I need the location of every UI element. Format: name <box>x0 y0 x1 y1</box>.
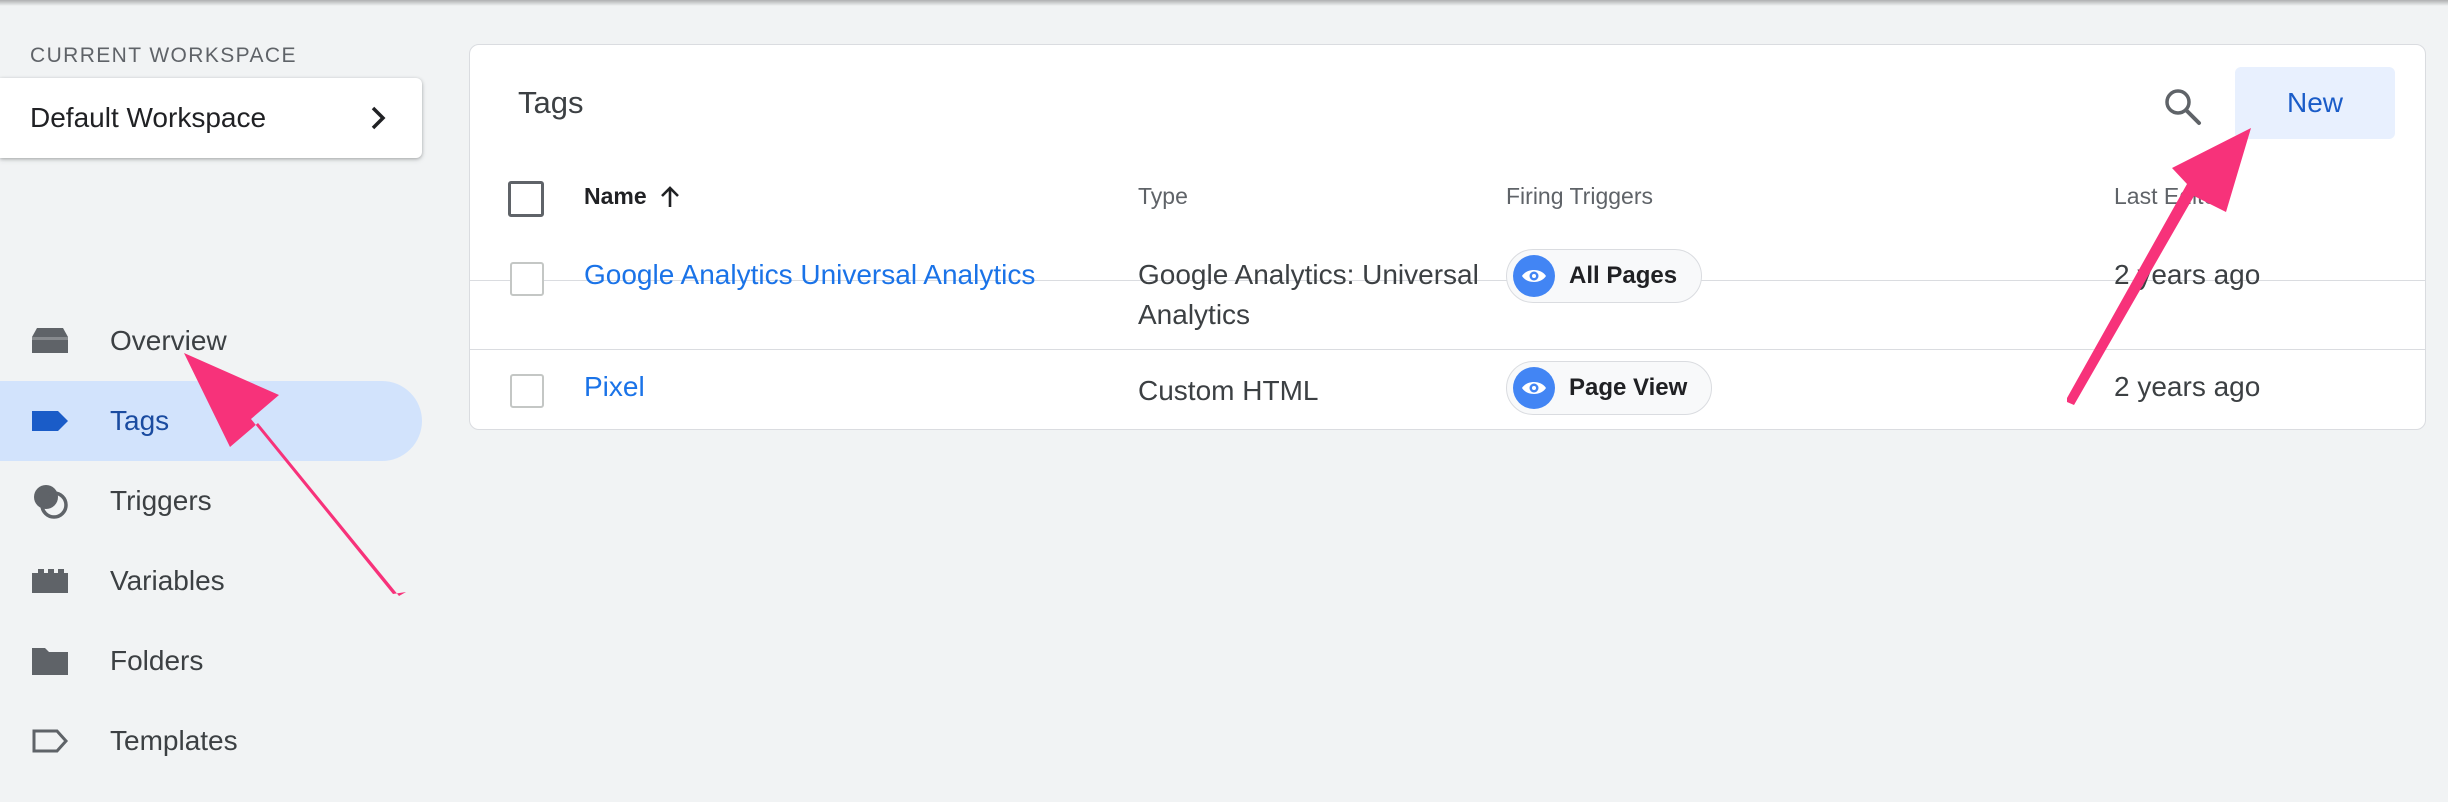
tag-type: Custom HTML <box>1138 375 1319 406</box>
trigger-icon <box>28 479 72 523</box>
sidebar-item-label: Tags <box>110 405 170 436</box>
sidebar-item-tags[interactable]: Tags <box>0 381 422 461</box>
sidebar-item-templates[interactable]: Templates <box>0 701 422 781</box>
overview-icon <box>28 319 72 363</box>
eye-icon <box>1513 255 1555 297</box>
variables-icon <box>28 559 72 603</box>
column-header-type[interactable]: Type <box>1138 183 1188 210</box>
sidebar-item-folders[interactable]: Folders <box>0 621 422 701</box>
last-edited: 2 years ago <box>2114 259 2261 290</box>
last-edited: 2 years ago <box>2114 371 2261 402</box>
workspace-label: CURRENT WORKSPACE <box>30 44 297 67</box>
sidebar-item-label: Folders <box>110 645 204 676</box>
trigger-chip-label: All Pages <box>1569 262 1678 289</box>
tag-name-link[interactable]: Google Analytics Universal Analytics <box>584 259 1035 291</box>
column-header-label: Name <box>584 183 647 209</box>
trigger-chip-label: Page View <box>1569 374 1688 401</box>
chevron-right-icon <box>364 103 394 133</box>
sidebar-item-variables[interactable]: Variables <box>0 541 422 621</box>
sidebar-nav: Overview Tags Triggers Variables Folders… <box>0 301 422 781</box>
sidebar-item-label: Templates <box>110 725 238 756</box>
eye-icon <box>1513 367 1555 409</box>
sidebar-item-label: Overview <box>110 325 227 356</box>
workspace-name: Default Workspace <box>30 102 267 133</box>
folder-icon <box>28 639 72 683</box>
new-tag-button[interactable]: New <box>2235 67 2395 139</box>
arrow-up-icon <box>659 185 681 209</box>
tag-type: Google Analytics: Universal Analytics <box>1138 259 1479 330</box>
trigger-chip[interactable]: Page View <box>1506 361 1713 415</box>
row-checkbox[interactable] <box>510 374 544 408</box>
workspace-selector[interactable]: Default Workspace <box>0 78 422 158</box>
sidebar-item-label: Variables <box>110 565 225 596</box>
trigger-chip[interactable]: All Pages <box>1506 249 1703 303</box>
sidebar-item-label: Triggers <box>110 485 212 516</box>
column-header-name[interactable]: Name <box>584 183 681 210</box>
select-all-checkbox[interactable] <box>508 181 544 217</box>
page-title: Tags <box>518 85 584 120</box>
column-header-last-edited[interactable]: Last Edited <box>2114 183 2229 210</box>
sidebar-item-overview[interactable]: Overview <box>0 301 422 381</box>
tag-name-link[interactable]: Pixel <box>584 371 645 403</box>
search-button[interactable] <box>2153 79 2213 139</box>
top-shadow <box>0 0 2448 6</box>
column-header-triggers[interactable]: Firing Triggers <box>1506 183 1653 210</box>
tag-icon <box>28 399 72 443</box>
template-icon <box>28 719 72 763</box>
row-checkbox[interactable] <box>510 262 544 296</box>
search-icon <box>2163 87 2203 132</box>
sidebar-item-triggers[interactable]: Triggers <box>0 461 422 541</box>
tags-card: Tags New Name Type Firing Triggers Last … <box>469 44 2426 430</box>
